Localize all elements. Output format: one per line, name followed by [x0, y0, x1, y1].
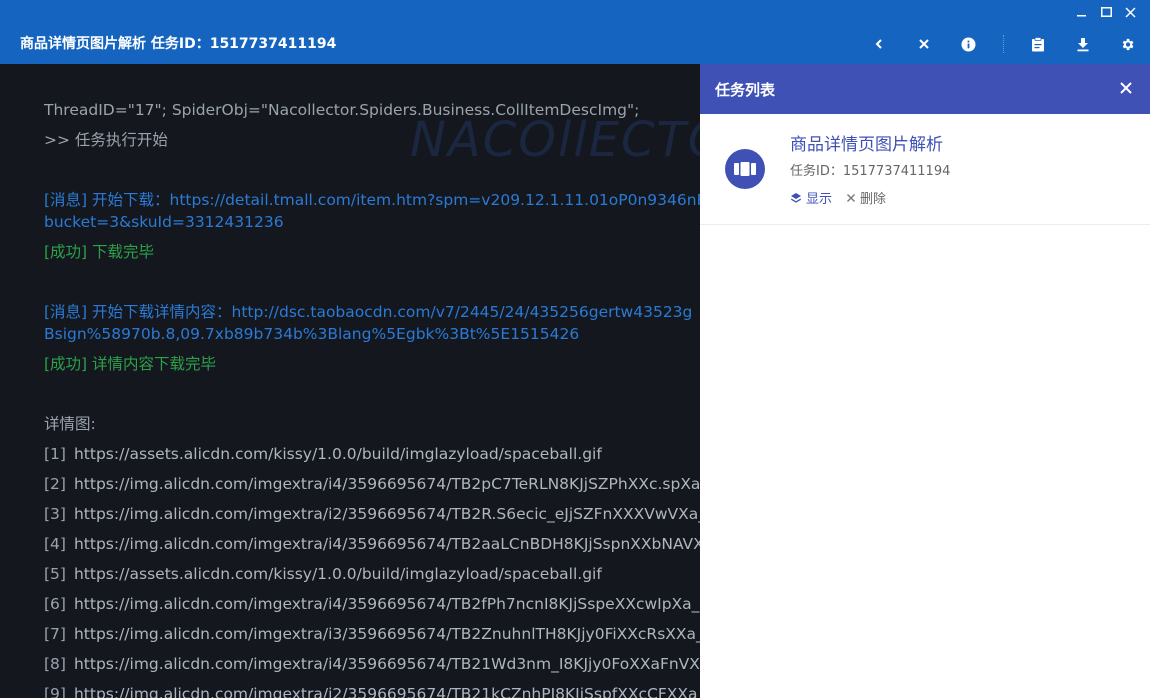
log-message-1: [消息] 开始下载：https://detail.tmall.com/item.… — [44, 189, 700, 211]
show-task-button[interactable]: 显示 — [790, 188, 832, 207]
info-icon — [961, 37, 976, 51]
close-icon — [847, 193, 856, 202]
minimize-button[interactable] — [1070, 3, 1094, 21]
log-message-url[interactable]: https://detail.tmall.com/item.htm?spm=v2… — [170, 191, 700, 209]
task-list-panel: 任务列表 商品详情页图片解析 任务ID：1517737411194 显示 删除 — [700, 64, 1150, 698]
clipboard-icon — [1031, 36, 1044, 51]
window-controls — [1070, 3, 1142, 21]
toolbar-separator — [1003, 35, 1005, 53]
delete-task-button[interactable]: 删除 — [846, 188, 886, 207]
log-success-2: [成功] 详情内容下载完毕 — [44, 355, 217, 373]
window-title: 商品详情页图片解析 任务ID：1517737411194 — [20, 36, 337, 52]
image-url-item[interactable]: [4] https://img.alicdn.com/imgextra/i4/35… — [44, 533, 700, 555]
show-task-label: 显示 — [806, 192, 833, 207]
task-avatar — [725, 149, 765, 189]
window-close-button[interactable] — [1118, 3, 1142, 21]
info-button[interactable] — [946, 30, 991, 58]
image-url-item[interactable]: [8] https://img.alicdn.com/imgextra/i4/35… — [44, 653, 700, 675]
log-message-1-cont: bucket=3&skuId=3312431236 — [44, 213, 284, 231]
title-bar: 商品详情页图片解析 任务ID：1517737411194 — [0, 0, 1150, 64]
log-start-line: >> 任务执行开始 — [44, 131, 168, 149]
image-url-item[interactable]: [7] https://img.alicdn.com/imgextra/i3/35… — [44, 623, 700, 645]
log-message-2: [消息] 开始下载详情内容：http://dsc.taobaocdn.com/v… — [44, 301, 692, 323]
clipboard-button[interactable] — [1015, 30, 1060, 58]
panel-title: 任务列表 — [715, 81, 776, 99]
toolbar — [856, 30, 1150, 58]
detail-images-label: 详情图: — [44, 415, 96, 433]
panel-header: 任务列表 — [700, 64, 1150, 114]
close-icon — [1124, 6, 1136, 18]
image-url-item[interactable]: [1] https://assets.alicdn.com/kissy/1.0.0… — [44, 443, 602, 465]
back-button[interactable] — [856, 30, 901, 58]
close-icon — [1120, 82, 1132, 94]
image-url-item[interactable]: [6] https://img.alicdn.com/imgextra/i4/35… — [44, 593, 700, 615]
log-message-prefix: [消息] 开始下载详情内容： — [44, 303, 232, 321]
close-task-button[interactable] — [901, 30, 946, 58]
log-message-prefix: [消息] 开始下载： — [44, 191, 170, 209]
image-url-item[interactable]: [3] https://img.alicdn.com/imgextra/i2/35… — [44, 503, 700, 525]
image-url-item[interactable]: [2] https://img.alicdn.com/imgextra/i4/35… — [44, 473, 700, 495]
chevron-left-icon — [875, 39, 882, 49]
maximize-button[interactable] — [1094, 3, 1118, 21]
panel-close-button[interactable] — [1118, 80, 1134, 96]
delete-task-label: 删除 — [860, 192, 887, 207]
log-message-url[interactable]: http://dsc.taobaocdn.com/v7/2445/24/4352… — [232, 303, 693, 321]
log-header-line: ThreadID="17"; SpiderObj="Nacollector.Sp… — [44, 101, 640, 119]
log-message-2-cont: Bsign%58970b.8,09.7xb89b734b%3Blang%5Egb… — [44, 325, 580, 343]
maximize-icon — [1100, 6, 1112, 17]
image-url-item[interactable]: [9] https://img.alicdn.com/imgextra/i2/35… — [44, 683, 700, 698]
gear-icon — [1122, 38, 1134, 50]
film-icon — [734, 162, 756, 176]
task-name[interactable]: 商品详情页图片解析 — [790, 130, 943, 155]
task-actions: 显示 删除 — [790, 188, 886, 207]
task-id: 任务ID：1517737411194 — [790, 164, 951, 179]
minimize-icon — [1077, 15, 1086, 17]
download-icon — [1077, 37, 1088, 51]
log-success-1: [成功] 下载完毕 — [44, 243, 155, 261]
log-output[interactable]: NACOllECTO ThreadID="17"; SpiderObj="Nac… — [0, 64, 700, 698]
download-button[interactable] — [1060, 30, 1105, 58]
settings-button[interactable] — [1105, 30, 1150, 58]
close-icon — [918, 39, 929, 49]
task-item[interactable]: 商品详情页图片解析 任务ID：1517737411194 显示 删除 — [700, 114, 1150, 225]
layers-icon — [791, 192, 801, 203]
image-url-item[interactable]: [5] https://assets.alicdn.com/kissy/1.0.0… — [44, 563, 602, 585]
